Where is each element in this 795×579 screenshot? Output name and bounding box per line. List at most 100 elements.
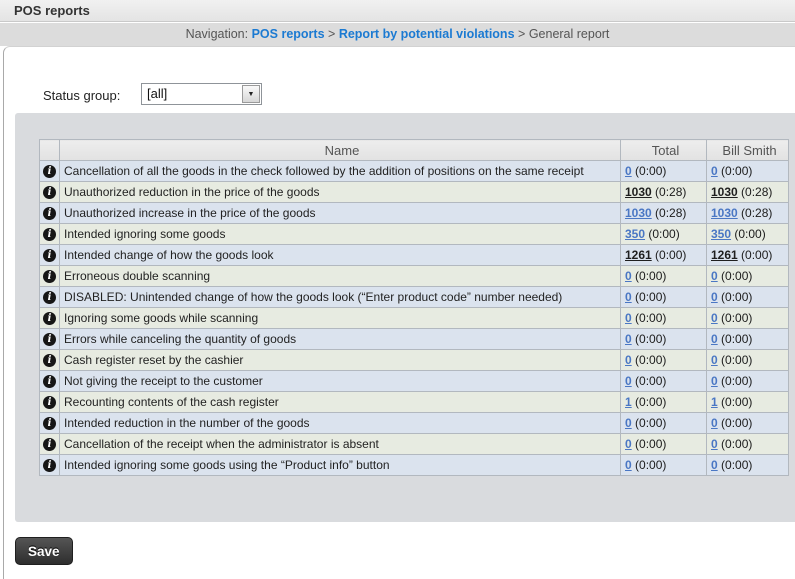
bill-smith-count-link[interactable]: 0: [711, 437, 718, 451]
total-cell: 1030 (0:28): [621, 203, 707, 224]
total-count-link[interactable]: 0: [625, 374, 632, 388]
violation-name: Not giving the receipt to the customer: [60, 371, 621, 392]
total-count-link[interactable]: 0: [625, 269, 632, 283]
table-row: i Intended change of how the goods look 12…: [40, 245, 789, 266]
bill-smith-count-link[interactable]: 1030: [711, 185, 738, 199]
bill-smith-time: (0:00): [721, 374, 752, 388]
breadcrumb-prefix: Navigation:: [186, 27, 249, 41]
breadcrumb-link-pos-reports[interactable]: POS reports: [252, 27, 325, 41]
total-count-link[interactable]: 0: [625, 290, 632, 304]
total-cell: 0 (0:00): [621, 266, 707, 287]
total-cell: 0 (0:00): [621, 434, 707, 455]
bill-smith-count-link[interactable]: 0: [711, 374, 718, 388]
total-cell: 1030 (0:28): [621, 182, 707, 203]
total-count-link[interactable]: 1: [625, 395, 632, 409]
bill-smith-count-link[interactable]: 0: [711, 458, 718, 472]
info-icon[interactable]: i: [43, 375, 56, 388]
bill-smith-count-link[interactable]: 1: [711, 395, 718, 409]
bill-smith-time: (0:00): [721, 332, 752, 346]
bill-smith-count-link[interactable]: 0: [711, 416, 718, 430]
bill-smith-time: (0:00): [721, 290, 752, 304]
bill-smith-cell: 0 (0:00): [707, 455, 789, 476]
chevron-down-icon[interactable]: ▼: [242, 85, 260, 103]
status-group-select[interactable]: [all] ▼: [141, 83, 262, 105]
info-cell: i: [40, 392, 60, 413]
info-cell: i: [40, 245, 60, 266]
info-cell: i: [40, 308, 60, 329]
total-cell: 0 (0:00): [621, 350, 707, 371]
bill-smith-count-link[interactable]: 350: [711, 227, 731, 241]
bill-smith-cell: 0 (0:00): [707, 413, 789, 434]
total-count-link[interactable]: 0: [625, 416, 632, 430]
total-count-link[interactable]: 0: [625, 458, 632, 472]
table-row: iIntended reduction in the number of the…: [40, 413, 789, 434]
bill-smith-time: (0:00): [721, 311, 752, 325]
table-row: iCancellation of the receipt when the ad…: [40, 434, 789, 455]
table-row: iIntended ignoring some goods350 (0:00)3…: [40, 224, 789, 245]
total-count-link[interactable]: 0: [625, 353, 632, 367]
content-area: Status group: [all] ▼ Name Total Bill Sm…: [3, 46, 795, 579]
save-button[interactable]: Save: [15, 537, 73, 565]
total-count-link[interactable]: 350: [625, 227, 645, 241]
total-count-link[interactable]: 0: [625, 437, 632, 451]
breadcrumb-link-report-by-potential-violations[interactable]: Report by potential violations: [339, 27, 515, 41]
info-cell: i: [40, 455, 60, 476]
info-icon[interactable]: i: [43, 312, 56, 325]
total-time: (0:00): [635, 353, 666, 367]
bill-smith-count-link[interactable]: 0: [711, 290, 718, 304]
info-icon[interactable]: i: [43, 459, 56, 472]
total-time: (0:28): [655, 206, 686, 220]
total-count-link[interactable]: 1030: [625, 206, 652, 220]
total-cell: 0 (0:00): [621, 455, 707, 476]
bill-smith-cell: 1 (0:00): [707, 392, 789, 413]
bill-smith-cell: 0 (0:00): [707, 161, 789, 182]
info-icon[interactable]: i: [43, 228, 56, 241]
bill-smith-time: (0:00): [721, 416, 752, 430]
violation-name: Errors while canceling the quantity of g…: [60, 329, 621, 350]
table-row: iIgnoring some goods while scanning0 (0:…: [40, 308, 789, 329]
total-count-link[interactable]: 0: [625, 164, 632, 178]
info-icon[interactable]: i: [43, 333, 56, 346]
total-count-link[interactable]: 1030: [625, 185, 652, 199]
bill-smith-count-link[interactable]: 1030: [711, 206, 738, 220]
total-count-link[interactable]: 1261: [625, 248, 652, 262]
total-cell: 350 (0:00): [621, 224, 707, 245]
info-cell: i: [40, 287, 60, 308]
breadcrumb-current-general-report: General report: [529, 27, 610, 41]
info-icon[interactable]: i: [43, 396, 56, 409]
info-icon[interactable]: i: [43, 291, 56, 304]
violations-table: Name Total Bill Smith iCancellation of a…: [39, 139, 789, 476]
info-icon[interactable]: i: [43, 438, 56, 451]
bill-smith-count-link[interactable]: 1261: [711, 248, 738, 262]
info-icon[interactable]: i: [43, 270, 56, 283]
bill-smith-count-link[interactable]: 0: [711, 269, 718, 283]
total-count-link[interactable]: 0: [625, 311, 632, 325]
violation-name: Unauthorized reduction in the price of t…: [60, 182, 621, 203]
table-row: iErroneous double scanning0 (0:00)0 (0:0…: [40, 266, 789, 287]
bill-smith-time: (0:28): [741, 206, 772, 220]
info-icon[interactable]: i: [43, 249, 56, 262]
info-icon[interactable]: i: [43, 354, 56, 367]
table-row: iCancellation of all the goods in the ch…: [40, 161, 789, 182]
info-cell: i: [40, 266, 60, 287]
total-time: (0:00): [635, 164, 666, 178]
total-time: (0:00): [635, 269, 666, 283]
info-icon[interactable]: i: [43, 186, 56, 199]
total-time: (0:28): [655, 185, 686, 199]
violation-name: Unauthorized increase in the price of th…: [60, 203, 621, 224]
info-icon[interactable]: i: [43, 417, 56, 430]
info-icon[interactable]: i: [43, 207, 56, 220]
info-icon[interactable]: i: [43, 165, 56, 178]
bill-smith-count-link[interactable]: 0: [711, 353, 718, 367]
bill-smith-count-link[interactable]: 0: [711, 332, 718, 346]
total-time: (0:00): [635, 374, 666, 388]
bill-smith-count-link[interactable]: 0: [711, 311, 718, 325]
total-count-link[interactable]: 0: [625, 332, 632, 346]
table-header-row: Name Total Bill Smith: [40, 140, 789, 161]
bill-smith-cell: 0 (0:00): [707, 329, 789, 350]
violation-name: DISABLED: Unintended change of how the g…: [60, 287, 621, 308]
total-cell: 1 (0:00): [621, 392, 707, 413]
bill-smith-count-link[interactable]: 0: [711, 164, 718, 178]
info-cell: i: [40, 203, 60, 224]
violation-name: Intended change of how the goods look: [60, 245, 621, 266]
